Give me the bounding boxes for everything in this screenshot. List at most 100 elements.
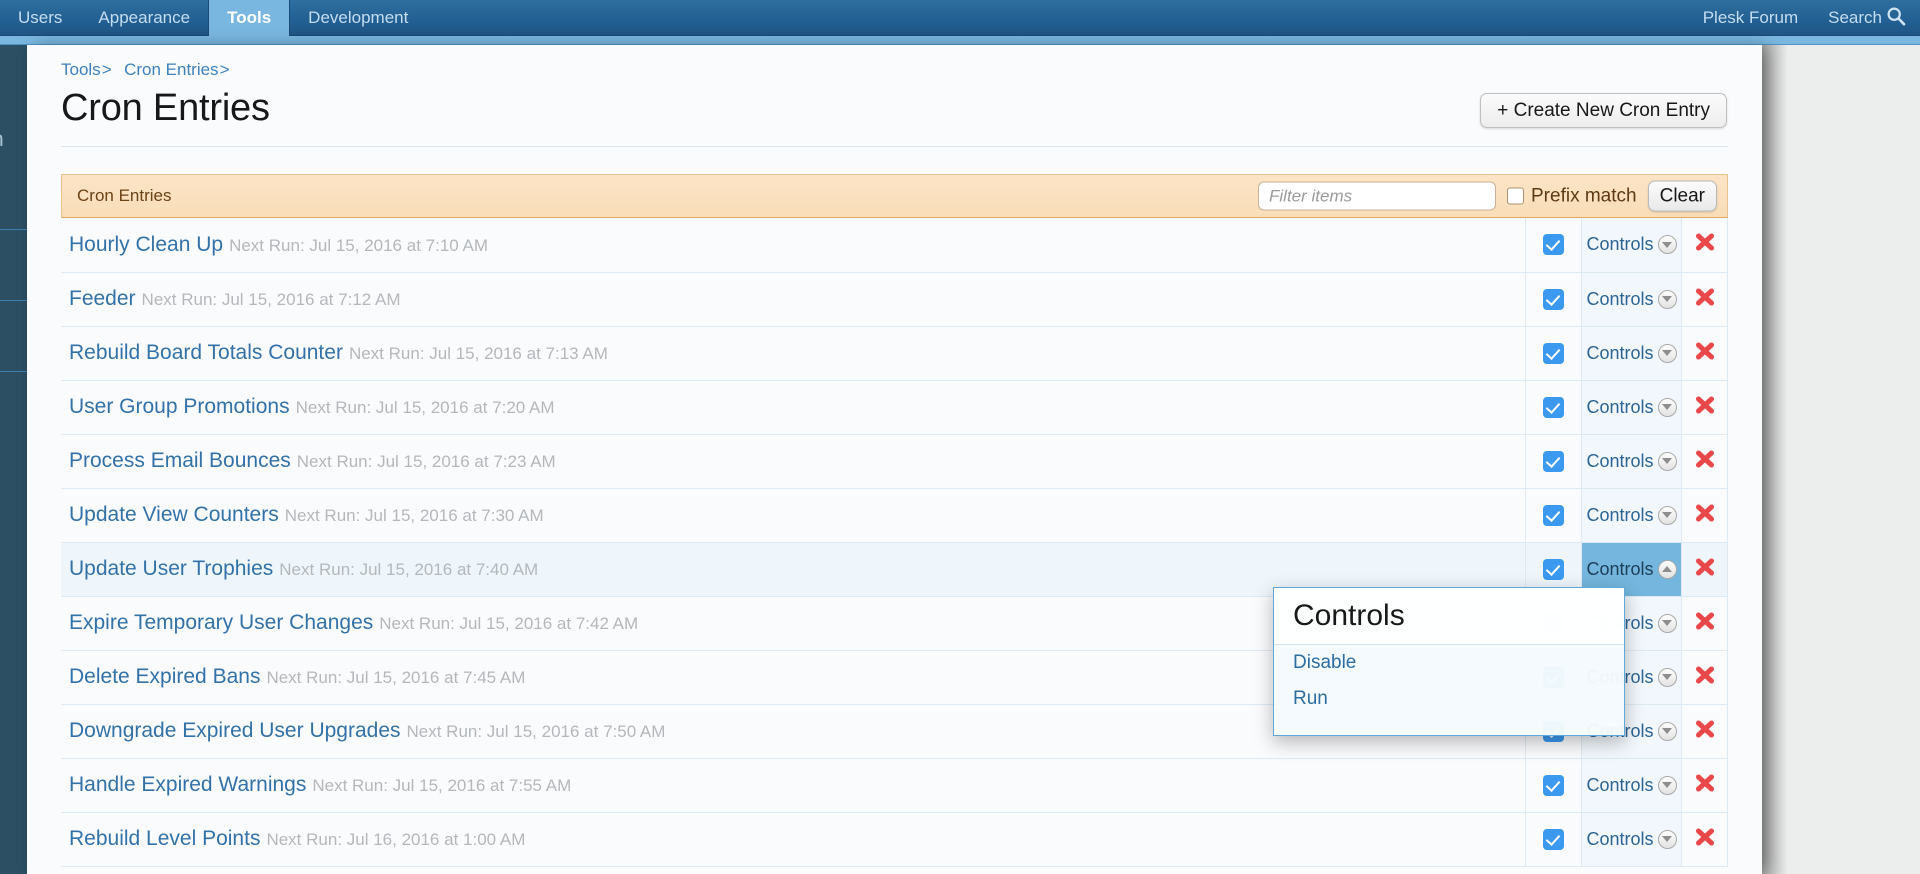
cron-name-link[interactable]: Expire Temporary User Changes bbox=[69, 611, 373, 634]
cron-enabled-checkbox[interactable] bbox=[1543, 504, 1564, 526]
table-row: User Group Promotions Next Run: Jul 15, 2… bbox=[61, 380, 1728, 435]
delete-icon[interactable] bbox=[1694, 231, 1716, 258]
nav-search[interactable]: Search bbox=[1828, 6, 1906, 31]
cron-enabled-checkbox[interactable] bbox=[1543, 450, 1564, 472]
cron-next-run: Next Run: Jul 15, 2016 at 7:30 AM bbox=[284, 506, 544, 525]
delete-icon[interactable] bbox=[1694, 394, 1716, 421]
controls-label: Controls bbox=[1586, 342, 1654, 363]
controls-dropdown-trigger[interactable]: Controls bbox=[1586, 505, 1677, 526]
create-new-cron-entry-button[interactable]: + Create New Cron Entry bbox=[1480, 93, 1727, 128]
cron-delete-cell bbox=[1681, 758, 1728, 813]
cron-name-link[interactable]: User Group Promotions bbox=[69, 395, 290, 418]
cron-name-link[interactable]: Handle Expired Warnings bbox=[69, 773, 306, 796]
delete-icon[interactable] bbox=[1694, 610, 1716, 637]
controls-dropdown-popup: Controls Disable Run bbox=[1273, 587, 1625, 736]
breadcrumb-item-cron-entries[interactable]: Cron Entries bbox=[124, 60, 218, 79]
delete-icon[interactable] bbox=[1694, 502, 1716, 529]
cron-name-cell: Update View Counters Next Run: Jul 15, 20… bbox=[61, 488, 1526, 543]
breadcrumb-item-tools[interactable]: Tools bbox=[61, 60, 101, 79]
nav-item-tools[interactable]: Tools bbox=[208, 0, 291, 36]
cron-controls-cell[interactable]: Controls bbox=[1581, 812, 1682, 867]
filter-bar: Cron Entries Prefix match Clear bbox=[61, 174, 1728, 218]
cron-controls-cell[interactable]: Controls bbox=[1581, 218, 1682, 273]
cron-controls-cell[interactable]: Controls bbox=[1581, 434, 1682, 489]
controls-dropdown-trigger[interactable]: Controls bbox=[1586, 289, 1677, 310]
cron-entries-tbody: Hourly Clean Up Next Run: Jul 15, 2016 at… bbox=[61, 218, 1728, 867]
cron-name-link[interactable]: Feeder bbox=[69, 287, 136, 310]
nav-search-label: Search bbox=[1828, 8, 1882, 27]
cron-name-link[interactable]: Delete Expired Bans bbox=[69, 665, 260, 688]
search-icon bbox=[1886, 6, 1906, 31]
clear-button[interactable]: Clear bbox=[1647, 180, 1717, 212]
controls-label: Controls bbox=[1586, 396, 1654, 417]
cron-delete-cell bbox=[1681, 380, 1728, 435]
cron-name-link[interactable]: Downgrade Expired User Upgrades bbox=[69, 719, 401, 742]
cron-name-link[interactable]: Rebuild Level Points bbox=[69, 827, 260, 850]
cron-next-run: Next Run: Jul 15, 2016 at 7:40 AM bbox=[279, 560, 539, 579]
controls-dropdown-trigger[interactable]: Controls bbox=[1586, 396, 1677, 418]
cron-enabled-checkbox[interactable] bbox=[1543, 558, 1564, 580]
nav-item-appearance[interactable]: Appearance bbox=[80, 0, 208, 36]
cron-controls-cell[interactable]: Controls bbox=[1581, 758, 1682, 813]
controls-dropdown-trigger[interactable]: Controls bbox=[1586, 559, 1677, 580]
cron-name-link[interactable]: Hourly Clean Up bbox=[69, 233, 223, 256]
cron-delete-cell bbox=[1681, 218, 1728, 273]
cron-name-link[interactable]: Update View Counters bbox=[69, 503, 279, 526]
cron-enabled-checkbox[interactable] bbox=[1543, 396, 1564, 418]
cron-next-run: Next Run: Jul 16, 2016 at 1:00 AM bbox=[266, 830, 526, 849]
controls-dropdown-trigger[interactable]: Controls bbox=[1586, 342, 1677, 364]
cron-next-run: Next Run: Jul 15, 2016 at 7:10 AM bbox=[229, 235, 489, 255]
cron-enabled-cell bbox=[1525, 434, 1582, 489]
filter-input[interactable] bbox=[1258, 181, 1496, 211]
cron-next-run: Next Run: Jul 15, 2016 at 7:23 AM bbox=[296, 452, 556, 471]
cron-name-cell: Process Email Bounces Next Run: Jul 15, 2… bbox=[61, 434, 1526, 489]
delete-icon[interactable] bbox=[1694, 664, 1716, 691]
cron-delete-cell bbox=[1681, 434, 1728, 489]
cron-entries-section: Cron Entries Prefix match Clear Hourly C… bbox=[61, 174, 1728, 867]
cron-controls-cell[interactable]: Controls bbox=[1581, 488, 1682, 543]
controls-dropdown-trigger[interactable]: Controls bbox=[1586, 451, 1677, 472]
delete-icon[interactable] bbox=[1694, 286, 1716, 313]
cron-enabled-checkbox[interactable] bbox=[1543, 828, 1564, 850]
delete-icon[interactable] bbox=[1694, 826, 1716, 853]
cron-enabled-checkbox[interactable] bbox=[1543, 288, 1564, 310]
chevron-down-icon bbox=[1657, 667, 1677, 687]
cron-controls-cell[interactable]: Controls bbox=[1581, 380, 1682, 435]
nav-item-development[interactable]: Development bbox=[290, 0, 426, 36]
controls-dropdown-trigger[interactable]: Controls bbox=[1586, 829, 1677, 850]
delete-icon[interactable] bbox=[1694, 340, 1716, 367]
cron-controls-cell[interactable]: Controls bbox=[1581, 272, 1682, 327]
controls-dropdown-trigger[interactable]: Controls bbox=[1586, 775, 1677, 796]
cron-name-link[interactable]: Rebuild Board Totals Counter bbox=[69, 341, 343, 364]
cron-delete-cell bbox=[1681, 812, 1728, 867]
cron-name-link[interactable]: Update User Trophies bbox=[69, 557, 273, 580]
table-row: Handle Expired Warnings Next Run: Jul 15,… bbox=[61, 758, 1728, 813]
cron-next-run: Next Run: Jul 15, 2016 at 7:50 AM bbox=[406, 722, 666, 741]
cron-enabled-cell bbox=[1525, 812, 1582, 867]
delete-icon[interactable] bbox=[1694, 448, 1716, 475]
nav-item-users[interactable]: Users bbox=[0, 0, 80, 36]
chevron-up-icon bbox=[1657, 559, 1677, 579]
delete-icon[interactable] bbox=[1694, 772, 1716, 799]
cron-enabled-cell bbox=[1525, 488, 1582, 543]
delete-icon[interactable] bbox=[1694, 718, 1716, 745]
nav-item-tools-label: Tools bbox=[227, 8, 272, 27]
cron-enabled-checkbox[interactable] bbox=[1543, 342, 1564, 364]
controls-popup-item-run[interactable]: Run bbox=[1274, 681, 1624, 717]
cron-next-run: Next Run: Jul 15, 2016 at 7:12 AM bbox=[141, 290, 401, 309]
cron-controls-cell[interactable]: Controls bbox=[1581, 326, 1682, 381]
content-page: Tools> Cron Entries> Cron Entries + Crea… bbox=[27, 45, 1762, 874]
filter-controls: Prefix match Clear bbox=[1258, 180, 1717, 212]
chevron-down-icon bbox=[1657, 775, 1677, 795]
prefix-match-toggle[interactable]: Prefix match bbox=[1507, 185, 1637, 207]
nav-link-plesk-forum[interactable]: Plesk Forum bbox=[1703, 8, 1798, 28]
cron-name-link[interactable]: Process Email Bounces bbox=[69, 449, 291, 472]
delete-icon[interactable] bbox=[1694, 556, 1716, 583]
cron-enabled-checkbox[interactable] bbox=[1543, 234, 1564, 256]
controls-label: Controls bbox=[1586, 234, 1654, 255]
controls-dropdown-trigger[interactable]: Controls bbox=[1586, 234, 1677, 255]
controls-popup-item-disable[interactable]: Disable bbox=[1274, 645, 1624, 681]
cron-delete-cell bbox=[1681, 272, 1728, 327]
cron-enabled-checkbox[interactable] bbox=[1543, 774, 1564, 796]
prefix-match-checkbox[interactable] bbox=[1507, 187, 1524, 205]
